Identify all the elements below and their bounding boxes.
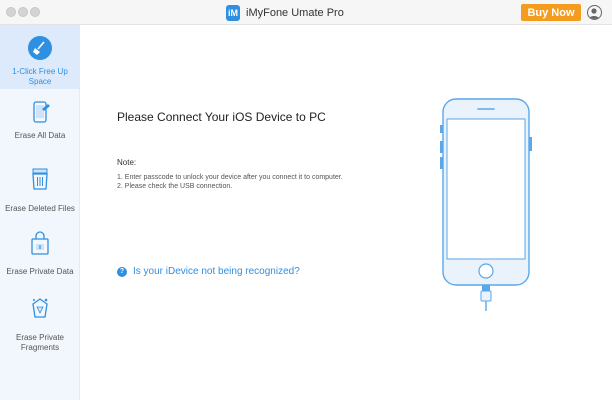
minimize-window-button[interactable] (18, 7, 28, 17)
note-line: 1. Enter passcode to unlock your device … (117, 174, 343, 181)
sidebar-item-label: Erase Deleted Files (5, 204, 75, 213)
close-window-button[interactable] (6, 7, 16, 17)
sidebar-item-label: Erase Private Fragments (15, 333, 65, 352)
app-title: iMyFone Umate Pro (246, 6, 344, 19)
device-not-recognized-link-group[interactable]: ? Is your iDevice not being recognized? (117, 266, 300, 277)
device-not-recognized-link[interactable]: Is your iDevice not being recognized? (133, 266, 300, 277)
note-text: 1. Enter passcode to unlock your device … (117, 173, 357, 191)
sidebar-item-erase-deleted-files[interactable]: Erase Deleted Files (0, 162, 80, 218)
page-title: Please Connect Your iOS Device to PC (117, 110, 326, 124)
title-bar: iM iMyFone Umate Pro Buy Now (0, 0, 612, 25)
sidebar-item-label: 1-Click Free Up Space (12, 67, 68, 86)
sidebar-item-erase-all-data[interactable]: Erase All Data (0, 95, 80, 151)
buy-now-button[interactable]: Buy Now (521, 4, 581, 21)
help-icon: ? (117, 266, 127, 277)
broom-icon (25, 33, 55, 63)
trash-files-icon (25, 164, 55, 194)
iphone-illustration (440, 98, 532, 311)
zoom-window-button[interactable] (30, 7, 40, 17)
lock-shield-icon (25, 229, 55, 259)
sidebar-item-label: Erase All Data (14, 131, 66, 140)
phone-eraser-icon (25, 97, 55, 127)
sidebar-item-erase-private-fragments[interactable]: Erase Private Fragments (0, 291, 80, 355)
note-label: Note: (117, 158, 137, 167)
sidebar-item-erase-private-data[interactable]: Erase Private Data (0, 227, 80, 283)
note-line: 2. Please check the USB connection. (117, 183, 233, 190)
fragment-eraser-icon (25, 293, 55, 323)
user-account-icon[interactable] (587, 5, 602, 20)
sidebar-item-label: Erase Private Data (6, 267, 74, 276)
app-title-group: iM iMyFone Umate Pro (226, 4, 344, 21)
app-logo-icon: iM (226, 4, 240, 21)
sidebar: 1-Click Free Up Space Erase All Data Era… (0, 25, 80, 400)
sidebar-item-free-up-space[interactable]: 1-Click Free Up Space (0, 25, 80, 89)
